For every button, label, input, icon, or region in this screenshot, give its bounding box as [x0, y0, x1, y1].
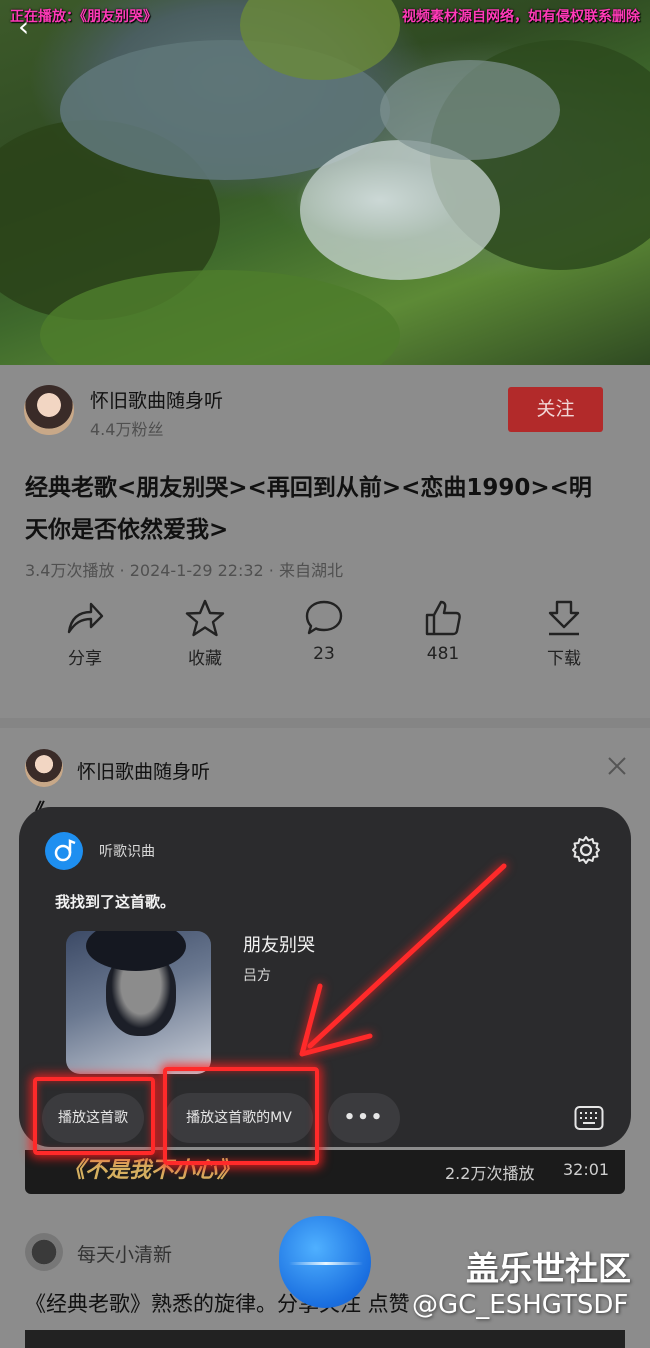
download-icon [548, 600, 580, 636]
download-label: 下载 [547, 649, 581, 669]
author-avatar[interactable] [24, 385, 74, 435]
watermark-title: 盖乐世社区 [466, 1249, 631, 1288]
download-button[interactable]: 下载 [524, 598, 604, 669]
feed2-author-avatar[interactable] [25, 1233, 63, 1271]
author-name[interactable]: 怀旧歌曲随身听 [90, 386, 223, 413]
star-icon [185, 599, 225, 637]
share-button[interactable]: 分享 [45, 598, 125, 669]
comment-icon [305, 600, 343, 635]
post-meta: 3.4万次播放 · 2024-1-29 22:32 · 来自湖北 [25, 561, 343, 580]
section-divider [0, 718, 650, 728]
scenery-river [380, 60, 560, 160]
thumbnail-duration: 32:01 [563, 1160, 610, 1179]
more-options-button[interactable]: ••• [328, 1093, 400, 1143]
feed2-author-name[interactable]: 每天小清新 [77, 1240, 172, 1267]
settings-gear-icon[interactable] [570, 834, 602, 866]
highlight-box-play-song [33, 1077, 155, 1155]
album-cover-hair [86, 931, 186, 971]
now-playing-caption: 正在播放：《朋友别哭》 [10, 9, 157, 25]
popup-app-name: 听歌识曲 [99, 844, 155, 860]
feed-author-avatar[interactable] [25, 749, 63, 787]
assistant-wave [289, 1262, 363, 1265]
song-artist: 吕方 [243, 968, 271, 984]
popup-found-text: 我找到了这首歌。 [55, 893, 176, 911]
feed2-thumbnail[interactable] [25, 1330, 625, 1348]
follow-button[interactable]: 关注 [508, 387, 603, 432]
highlight-box-play-mv [163, 1067, 319, 1165]
annotation-arrow-icon [299, 863, 507, 1057]
share-label: 分享 [68, 649, 102, 669]
favorite-button[interactable]: 收藏 [165, 598, 245, 669]
copyright-caption: 视频素材源自网络，如有侵权联系删除 [402, 9, 640, 25]
author-followers: 4.4万粉丝 [90, 420, 164, 439]
watermark-handle: @GC_ESHGTSDF [412, 1290, 629, 1320]
comment-count: 23 [313, 644, 335, 664]
assistant-bubble-icon[interactable] [279, 1216, 371, 1308]
comment-button[interactable]: 23 [284, 598, 364, 664]
favorite-label: 收藏 [188, 649, 222, 669]
share-icon [67, 602, 104, 634]
feed-video-thumbnail[interactable]: 《不是我不小心》 2.2万次播放 32:01 [25, 1150, 625, 1194]
album-cover[interactable] [66, 931, 211, 1074]
keyboard-icon[interactable] [574, 1105, 604, 1131]
music-app-icon [45, 832, 83, 870]
like-count: 481 [426, 644, 460, 664]
thumbs-up-icon [425, 600, 461, 636]
post-title-line2: 天你是否依然爱我> [25, 517, 229, 543]
like-button[interactable]: 481 [403, 598, 483, 664]
thumbnail-plays: 2.2万次播放 [445, 1164, 535, 1183]
video-player[interactable]: ‹ 正在播放：《朋友别哭》 视频素材源自网络，如有侵权联系删除 [0, 0, 650, 365]
feed-author-name[interactable]: 怀旧歌曲随身听 [77, 757, 210, 784]
post-title-line1: 经典老歌<朋友别哭><再回到从前><恋曲1990><明 [25, 475, 592, 501]
scenery-waterfall [300, 140, 500, 280]
close-icon[interactable] [606, 755, 628, 777]
